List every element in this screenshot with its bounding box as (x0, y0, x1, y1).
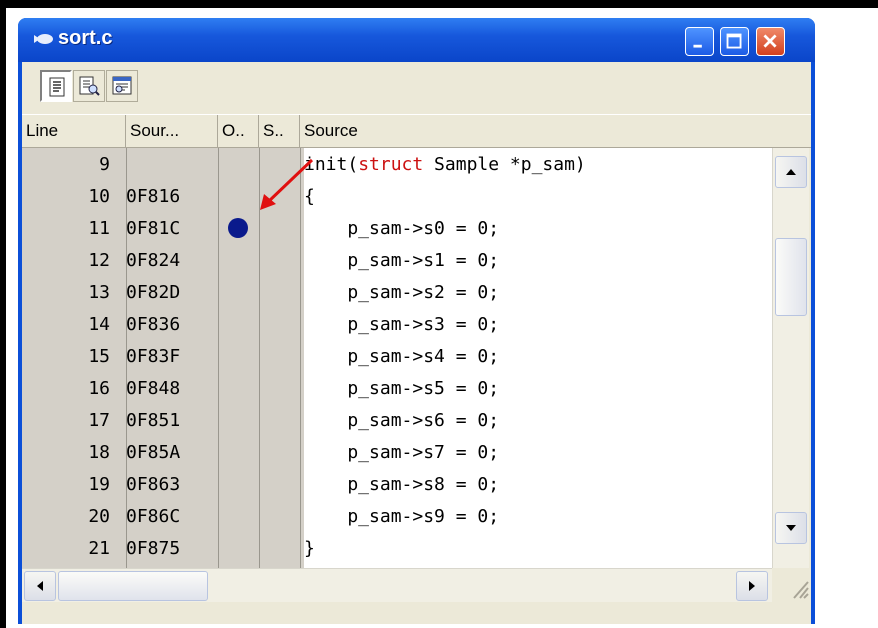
image-frame-top (0, 0, 878, 8)
column-header: Line Sour... O.. S.. Source (22, 114, 811, 149)
file-icon (34, 34, 53, 44)
title-bar[interactable]: sort.c (18, 18, 815, 62)
minimize-icon (693, 44, 702, 48)
image-frame-left (0, 0, 6, 628)
mixed-view-button[interactable] (73, 70, 105, 102)
scroll-up-button[interactable] (775, 156, 807, 188)
horizontal-scroll-thumb[interactable] (58, 571, 208, 601)
resize-grip[interactable] (772, 568, 811, 602)
scroll-right-button[interactable] (736, 571, 768, 601)
maximize-button[interactable] (720, 27, 749, 56)
minimize-button[interactable] (685, 27, 714, 56)
horizontal-scrollbar[interactable] (22, 568, 772, 602)
window-client: Line Sour... O.. S.. Source 9 init(struc… (22, 62, 811, 624)
vertical-scrollbar[interactable] (772, 148, 809, 568)
disassembly-view-button[interactable] (106, 70, 138, 102)
scroll-left-button[interactable] (24, 571, 56, 601)
disassembly-view-icon (112, 76, 132, 95)
view-toolbar (22, 62, 811, 114)
column-header-address[interactable]: Sour... (126, 115, 218, 149)
maximize-icon (726, 33, 742, 49)
scroll-down-button[interactable] (775, 512, 807, 544)
arrow-left-icon (37, 581, 43, 591)
resize-grip-icon (793, 581, 809, 599)
close-icon (763, 34, 777, 48)
arrow-down-icon (786, 525, 796, 531)
source-window: sort.c Line Sour... O.. S.. Source 9 ini… (18, 18, 815, 624)
source-grid: 9 init(struct Sample *p_sam) 10 0F816 { … (22, 148, 811, 624)
column-header-o[interactable]: O.. (218, 115, 259, 149)
arrow-up-icon (786, 169, 796, 175)
arrow-right-icon (749, 581, 755, 591)
column-header-source[interactable]: Source (300, 115, 811, 149)
close-button[interactable] (756, 27, 785, 56)
annotation-arrow (260, 158, 314, 210)
source-view-icon (49, 77, 65, 97)
column-header-line[interactable]: Line (22, 115, 126, 149)
mixed-view-icon (79, 76, 100, 96)
scroll-thumb[interactable] (775, 238, 807, 316)
window-title: sort.c (58, 27, 113, 49)
column-header-s[interactable]: S.. (259, 115, 300, 149)
source-view-button[interactable] (40, 70, 72, 102)
